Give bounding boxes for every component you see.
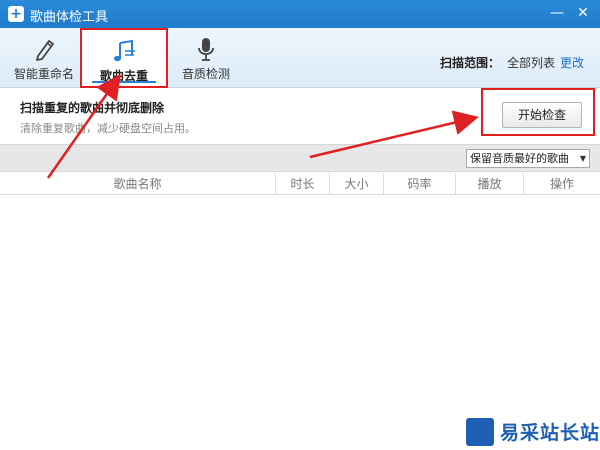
active-tab-underline <box>92 81 156 83</box>
start-check-button[interactable]: 开始检查 <box>502 102 582 128</box>
column-play[interactable]: 播放 <box>456 173 524 195</box>
microphone-icon <box>198 38 214 61</box>
watermark: 易采站长站 <box>462 414 600 450</box>
dropdown-caret-icon: ▼ <box>579 154 586 163</box>
column-duration[interactable]: 时长 <box>276 173 330 195</box>
column-size[interactable]: 大小 <box>330 173 384 195</box>
tab-smart-rename[interactable]: 智能重命名 <box>2 28 86 88</box>
table-header: 歌曲名称 时长 大小 码率 播放 操作 <box>0 173 600 195</box>
column-song-name[interactable]: 歌曲名称 <box>0 173 276 195</box>
keep-policy-select[interactable]: 保留音质最好的歌曲 ▼ <box>466 149 590 168</box>
title-bar: + 歌曲体检工具 — ✕ <box>0 0 600 28</box>
pencil-icon <box>36 40 54 61</box>
music-note-icon <box>114 39 135 62</box>
close-button[interactable]: ✕ <box>572 3 594 23</box>
app-plus-icon: + <box>8 6 24 22</box>
song-list[interactable] <box>0 196 600 450</box>
column-action[interactable]: 操作 <box>524 173 600 195</box>
watermark-logo <box>466 418 494 446</box>
filter-bar: 保留音质最好的歌曲 ▼ <box>0 144 600 172</box>
info-subtext: 清除重复歌曲，减少硬盘空间占用。 <box>20 122 196 135</box>
scan-scope-label: 扫描范围： <box>440 56 501 70</box>
change-scope-link[interactable]: 更改 <box>560 54 584 71</box>
tab-quality-check[interactable]: 音质检测 <box>164 28 248 88</box>
info-heading: 扫描重复的歌曲并彻底删除 <box>20 101 165 115</box>
window-title: 歌曲体检工具 <box>30 10 109 25</box>
tab-label: 音质检测 <box>181 67 230 81</box>
keep-policy-value: 保留音质最好的歌曲 <box>470 152 569 165</box>
tab-song-dedup[interactable]: 歌曲去重 <box>80 28 168 88</box>
column-bitrate[interactable]: 码率 <box>384 173 456 195</box>
minimize-button[interactable]: — <box>546 3 568 23</box>
watermark-text: 易采站长站 <box>500 422 600 444</box>
scan-scope-value: 全部列表 <box>507 56 556 70</box>
tab-label: 智能重命名 <box>13 67 74 81</box>
